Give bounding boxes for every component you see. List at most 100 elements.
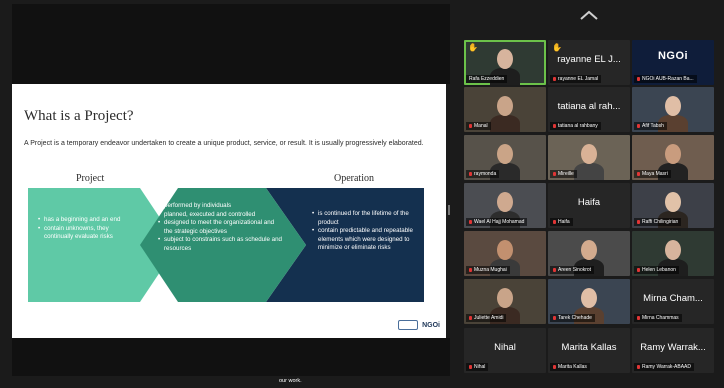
chevron-up-icon[interactable]: [578, 8, 600, 22]
muted-mic-icon: [553, 220, 556, 224]
participant-video-face: [497, 49, 513, 69]
participant-tile[interactable]: Tarek Chehade: [548, 279, 630, 324]
participant-video-face: [581, 144, 597, 164]
shared-bullet: designed to meet the organizational and …: [158, 219, 284, 236]
participant-label: Wael Al Hajj Mohamad: [474, 219, 525, 225]
participant-tile[interactable]: Wael Al Hajj Mohamad: [464, 183, 546, 228]
participant-label: Ramy Warrak-ABAAD: [642, 364, 691, 370]
participant-tile[interactable]: raymonda: [464, 135, 546, 180]
column-heading-operation: Operation: [334, 173, 374, 184]
operation-bullets: is continued for the lifetime of the pro…: [312, 210, 420, 253]
participant-tile[interactable]: Muzna Mughai: [464, 231, 546, 276]
participant-label: rayanne EL Jamal: [558, 76, 599, 82]
participant-label: Mirna Chammas: [642, 315, 679, 321]
participant-tile[interactable]: Ramy Warrak... Ramy Warrak-ABAAD: [632, 328, 714, 373]
participant-display-name: Haifa: [577, 197, 601, 208]
participant-name-tag: Afif Tabsh: [634, 122, 667, 130]
participant-display-name: Marita Kallas: [561, 342, 617, 353]
participant-label: tatiana al rahbany: [558, 123, 598, 129]
raised-hand-icon: ✋: [552, 43, 562, 52]
participant-name-tag: Manal: [466, 122, 491, 130]
participant-display-name: Nihal: [494, 342, 516, 353]
participant-name-tag: Mireille: [550, 170, 577, 178]
participant-name-tag: Rafa Ezzeddien: [466, 75, 508, 83]
muted-mic-icon: [469, 268, 472, 272]
participant-label: Muzna Mughai: [474, 267, 507, 273]
participant-video-face: [497, 240, 513, 260]
participant-display-name: Ramy Warrak...: [640, 342, 706, 353]
operation-bullet: contain predictable and repeatable eleme…: [312, 227, 420, 253]
project-bullet: has a beginning and an end: [38, 216, 134, 225]
participant-tile[interactable]: Areen Sinokrot: [548, 231, 630, 276]
participant-tile[interactable]: Raffi Chilingirian: [632, 183, 714, 228]
participant-tile[interactable]: Haifa Haifa: [548, 183, 630, 228]
participant-video-face: [581, 240, 597, 260]
muted-mic-icon: [469, 220, 472, 224]
participant-label: Raffi Chilingirian: [642, 219, 679, 225]
participant-video-face: [497, 144, 513, 164]
participant-label: Tarek Chehade: [558, 315, 592, 321]
shared-bullet: subject to constrains such as schedule a…: [158, 236, 284, 253]
raised-hand-icon: ✋: [468, 43, 478, 52]
participant-tile[interactable]: ✋ Rafa Ezzeddien: [464, 40, 546, 85]
participant-name-tag: Tarek Chehade: [550, 314, 595, 322]
participant-video-face: [497, 192, 513, 212]
participant-label: Rafa Ezzeddien: [469, 76, 505, 82]
muted-mic-icon: [553, 77, 556, 81]
participant-name-tag: Areen Sinokrot: [550, 266, 595, 274]
participant-tile[interactable]: Helen Lebanon: [632, 231, 714, 276]
participant-video-face: [665, 96, 681, 116]
participant-name-tag: Maya Masri: [634, 170, 671, 178]
participant-tile[interactable]: Nihal Nihal: [464, 328, 546, 373]
muted-mic-icon: [637, 220, 640, 224]
participant-name-tag: raymonda: [466, 170, 500, 178]
participant-label: Haifa: [558, 219, 570, 225]
participant-tile[interactable]: Mireille: [548, 135, 630, 180]
participant-tile[interactable]: Marita Kallas Marita Kallas: [548, 328, 630, 373]
muted-mic-icon: [469, 316, 472, 320]
operation-bullet: is continued for the lifetime of the pro…: [312, 210, 420, 227]
participant-tile[interactable]: Afif Tabsh: [632, 87, 714, 132]
partner-logo-icon: [398, 320, 419, 330]
participant-tile[interactable]: Manal: [464, 87, 546, 132]
shared-slide: What is a Project? A Project is a tempor…: [12, 84, 446, 338]
participant-tile[interactable]: tatiana al rah... tatiana al rahbany: [548, 87, 630, 132]
participant-label: Areen Sinokrot: [558, 267, 592, 273]
column-heading-project: Project: [76, 173, 105, 184]
participant-tile[interactable]: NGOi NGOi AUB-Razan Ba...: [632, 40, 714, 85]
muted-mic-icon: [469, 365, 472, 369]
muted-mic-icon: [637, 124, 640, 128]
participant-label: raymonda: [474, 171, 497, 177]
participant-name-tag: Wael Al Hajj Mohamad: [466, 218, 528, 226]
shared-bullet: planned, executed and controlled: [158, 211, 284, 220]
participant-video-body: [574, 163, 604, 180]
participant-label: Marita Kallas: [558, 364, 587, 370]
participant-tile[interactable]: Maya Masri: [632, 135, 714, 180]
participant-video-face: [497, 96, 513, 116]
participant-tile[interactable]: rayanne EL J... ✋ rayanne EL Jamal: [548, 40, 630, 85]
participant-video-face: [497, 288, 513, 308]
muted-mic-icon: [469, 124, 472, 128]
participant-display-name: rayanne EL J...: [557, 54, 621, 65]
participant-video-body: [490, 115, 520, 132]
panel-resize-handle[interactable]: [448, 205, 450, 215]
participant-name-tag: Marita Kallas: [550, 363, 590, 371]
muted-mic-icon: [553, 124, 556, 128]
muted-mic-icon: [553, 316, 556, 320]
project-vs-operation-diagram: has a beginning and an end contain unkno…: [28, 188, 424, 302]
participant-display-name: Mirna Cham...: [643, 293, 703, 304]
participant-name-tag: Muzna Mughai: [466, 266, 510, 274]
project-bullets: has a beginning and an end contain unkno…: [38, 216, 134, 242]
participant-name-tag: Ramy Warrak-ABAAD: [634, 363, 694, 371]
participant-name-tag: NGOi AUB-Razan Ba...: [634, 75, 697, 83]
participant-tile[interactable]: Juliette Amidi: [464, 279, 546, 324]
muted-mic-icon: [637, 268, 640, 272]
participant-name-tag: Nihal: [466, 363, 489, 371]
shared-bullets: performed by individuals planned, execut…: [158, 202, 284, 254]
participant-name-tag: Juliette Amidi: [466, 314, 507, 322]
muted-mic-icon: [469, 172, 472, 176]
slide-title: What is a Project?: [24, 108, 134, 124]
slide-logo-text: NGOi: [422, 321, 440, 329]
participant-display-name: tatiana al rah...: [557, 101, 621, 112]
participant-tile[interactable]: Mirna Cham... Mirna Chammas: [632, 279, 714, 324]
